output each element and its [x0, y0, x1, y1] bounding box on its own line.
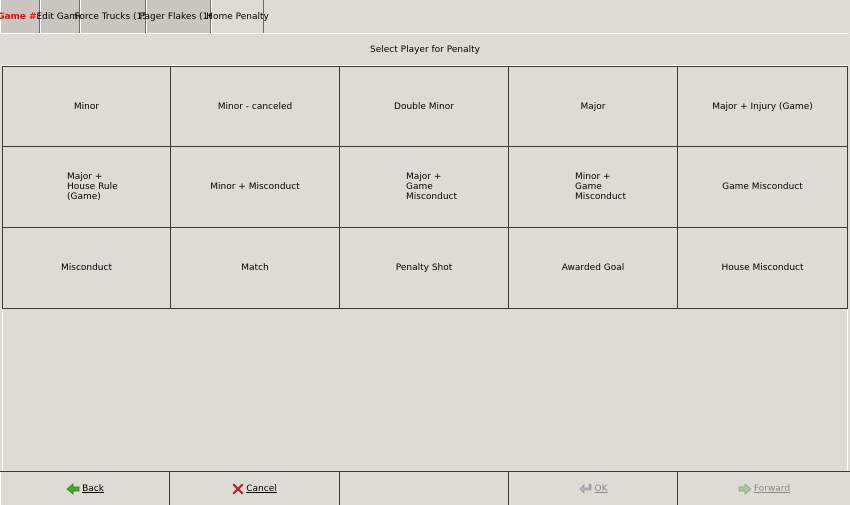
penalty-label-line: House Rule — [67, 182, 118, 192]
penalty-label: Minor - canceled — [217, 101, 293, 112]
penalty-label-line: Misconduct — [406, 192, 458, 202]
penalty-label-line: Misconduct — [575, 192, 627, 202]
penalty-label-line: Game — [406, 182, 433, 192]
penalty-label: Double Minor — [394, 101, 454, 112]
tab-pager-flakes[interactable]: Pager Flakes (16) — [140, 0, 218, 34]
penalty-label-line: Minor + — [575, 172, 611, 182]
cancel-x-icon — [232, 483, 244, 495]
penalty-label: Minor — [73, 101, 100, 112]
penalty-label: Major + Injury (Game) — [712, 101, 813, 112]
penalty-house-misconduct-button[interactable]: House Misconduct — [677, 227, 848, 309]
penalty-label: Misconduct — [60, 263, 112, 273]
blank-button — [340, 472, 509, 505]
penalty-misconduct-button[interactable]: Misconduct — [2, 227, 171, 309]
penalty-label-line: (Game) — [67, 192, 101, 202]
ok-button-label: OK — [594, 483, 608, 494]
penalty-major-button[interactable]: Major — [508, 66, 678, 147]
penalty-label: Penalty Shot — [395, 263, 453, 273]
penalty-label-line: Major + — [67, 172, 103, 182]
penalty-major-injury-button[interactable]: Major + Injury (Game) — [677, 66, 848, 147]
penalty-grid: Minor Minor - canceled Double Minor Majo… — [2, 66, 848, 309]
penalty-label: House Misconduct — [721, 263, 804, 273]
page-title: Select Player for Penalty — [370, 44, 480, 55]
cancel-button[interactable]: Cancel — [170, 472, 340, 505]
penalty-awarded-goal-button[interactable]: Awarded Goal — [508, 227, 678, 309]
tab-strip: Game #3 Edit Game Force Trucks (15) Page… — [0, 0, 850, 34]
penalty-double-minor-button[interactable]: Double Minor — [339, 66, 509, 147]
penalty-match-button[interactable]: Match — [170, 227, 340, 309]
forward-button-label: Forward — [753, 483, 791, 494]
forward-arrow-icon — [738, 482, 752, 495]
penalty-major-game-misconduct-button[interactable]: Major + Game Misconduct — [339, 146, 509, 228]
tab-game[interactable]: Game #3 — [0, 0, 43, 34]
penalty-minor-button[interactable]: Minor — [2, 66, 171, 147]
penalty-major-house-rule-button[interactable]: Major + House Rule (Game) — [2, 146, 171, 228]
back-button[interactable]: Back — [0, 472, 170, 505]
forward-button[interactable]: Forward — [678, 472, 850, 505]
penalty-label-line: Major + — [406, 172, 442, 182]
penalty-label: Awarded Goal — [561, 263, 625, 273]
ok-button[interactable]: OK — [509, 472, 678, 505]
penalty-minor-game-misconduct-button[interactable]: Minor + Game Misconduct — [508, 146, 678, 228]
tab-home-penalty-label: Home Penalty — [206, 11, 269, 22]
tab-force-trucks[interactable]: Force Trucks (15) — [75, 0, 152, 34]
penalty-game-misconduct-button[interactable]: Game Misconduct — [677, 146, 848, 228]
back-button-label: Back — [82, 483, 104, 494]
tab-home-penalty[interactable]: Home Penalty — [206, 0, 269, 34]
back-arrow-icon — [66, 482, 80, 495]
penalty-minor-misconduct-button[interactable]: Minor + Misconduct — [170, 146, 340, 228]
penalty-label: Major — [580, 101, 606, 112]
ok-return-icon — [579, 483, 593, 495]
cancel-button-label: Cancel — [246, 483, 277, 494]
penalty-label: Minor + Misconduct — [210, 182, 300, 192]
penalty-label: Match — [241, 263, 269, 273]
penalty-shot-button[interactable]: Penalty Shot — [339, 227, 509, 309]
penalty-label-line: Game — [575, 182, 602, 192]
penalty-minor-canceled-button[interactable]: Minor - canceled — [170, 66, 340, 147]
page-header: Select Player for Penalty — [1, 33, 849, 66]
empty-panel — [2, 309, 848, 471]
penalty-label: Game Misconduct — [722, 182, 803, 192]
